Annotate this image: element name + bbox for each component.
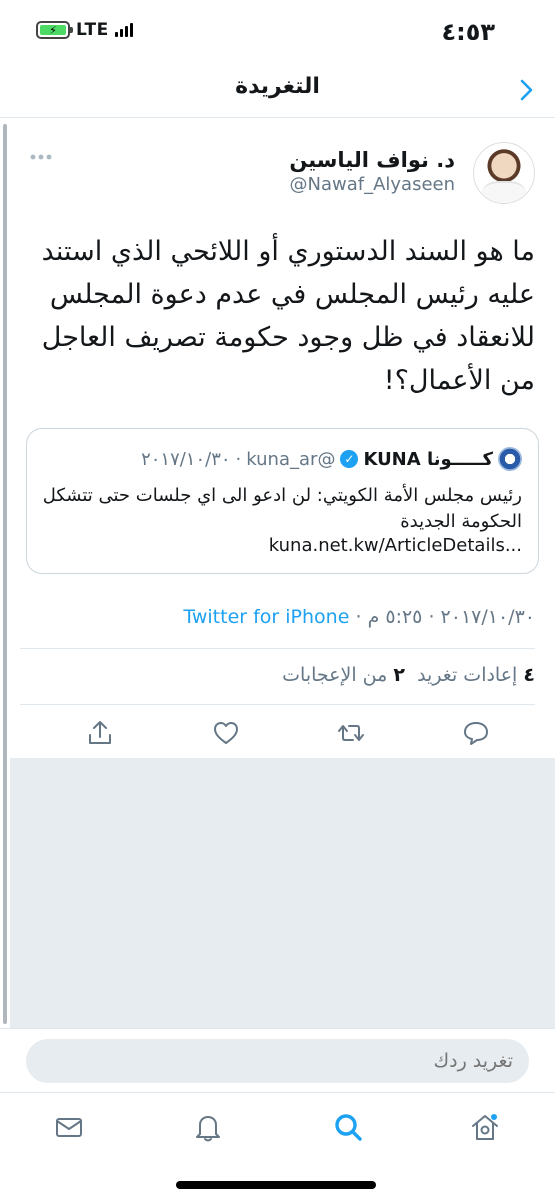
meta-separator: · — [355, 606, 362, 628]
tweet: د. نواف الياسين @Nawaf_Alyaseen ما هو ال… — [10, 118, 555, 758]
quoted-tweet-header: كـــــونا KUNA ✓ @kuna_ar · ٢٠١٧/١٠/٣٠ — [141, 447, 522, 471]
retweets-count: ٤ — [523, 664, 535, 686]
divider — [20, 704, 535, 705]
quoted-link[interactable]: kuna.net.kw/ArticleDetails... — [269, 535, 522, 556]
avatar[interactable] — [473, 142, 535, 204]
tweet-meta: ٢٠١٧/١٠/٣٠ · ٥:٢٥ م · Twitter for iPhone — [183, 606, 535, 628]
retweet-button[interactable] — [336, 718, 366, 748]
network-label: LTE — [76, 20, 109, 40]
tab-search[interactable] — [332, 1111, 364, 1143]
back-chevron-icon[interactable] — [515, 78, 537, 102]
meta-separator: · — [428, 606, 435, 628]
reply-input[interactable] — [26, 1039, 529, 1083]
tab-notifications[interactable] — [192, 1111, 224, 1143]
like-button[interactable] — [211, 718, 241, 748]
quoted-author-name: كـــــونا KUNA — [363, 448, 493, 470]
quoted-tweet[interactable]: كـــــونا KUNA ✓ @kuna_ar · ٢٠١٧/١٠/٣٠ ر… — [26, 428, 539, 574]
tweet-source[interactable]: Twitter for iPhone — [183, 606, 349, 628]
likes-count: ٢ — [393, 664, 405, 686]
retweets-label[interactable]: إعادات تغريد — [417, 664, 517, 686]
author-handle[interactable]: @Nawaf_Alyaseen — [289, 174, 455, 195]
quoted-separator: · — [235, 448, 242, 470]
tab-messages[interactable] — [53, 1111, 85, 1143]
empty-replies-area — [10, 758, 555, 1028]
quoted-text: رئيس مجلس الأمة الكويتي: لن ادعو الى اي … — [42, 485, 522, 532]
signal-icon — [114, 23, 133, 37]
status-bar: ⚡ LTE ٤:٥٣ — [0, 0, 555, 58]
divider — [20, 648, 535, 649]
author-name[interactable]: د. نواف الياسين — [289, 148, 455, 172]
likes-label[interactable]: من الإعجابات — [282, 664, 387, 686]
quoted-author-handle: @kuna_ar — [246, 448, 336, 470]
reply-bar — [0, 1028, 555, 1092]
tweet-text: ما هو السند الدستوري أو اللائحي الذي است… — [41, 236, 535, 396]
mail-icon — [56, 1118, 82, 1137]
home-indicator — [176, 1181, 376, 1189]
scroll-indicator — [3, 124, 7, 1024]
tweet-stats: ٤ إعادات تغريد ٢ من الإعجابات — [282, 664, 535, 686]
tweet-actions — [20, 718, 545, 754]
more-options-icon[interactable] — [30, 154, 52, 160]
tab-bar — [0, 1092, 555, 1200]
reply-icon — [464, 722, 488, 745]
header: التغريدة — [0, 58, 555, 118]
tweet-date: ٢٠١٧/١٠/٣٠ — [440, 606, 535, 628]
status-indicators: ⚡ LTE — [36, 20, 133, 40]
reply-button[interactable] — [461, 718, 491, 748]
battery-icon: ⚡ — [36, 21, 73, 39]
home-icon — [472, 1114, 498, 1140]
page-title: التغريدة — [235, 74, 320, 99]
tab-home[interactable] — [469, 1111, 501, 1143]
search-icon — [335, 1114, 362, 1141]
bell-icon — [196, 1116, 220, 1142]
tweet-time: ٥:٢٥ م — [367, 606, 423, 628]
share-button[interactable] — [85, 718, 115, 748]
verified-icon: ✓ — [340, 450, 359, 468]
status-time: ٤:٥٣ — [441, 18, 495, 46]
retweet-icon — [338, 725, 364, 741]
share-icon — [89, 721, 111, 744]
quoted-date: ٢٠١٧/١٠/٣٠ — [141, 448, 231, 470]
kuna-logo-icon — [498, 447, 522, 471]
heart-icon — [214, 722, 238, 744]
